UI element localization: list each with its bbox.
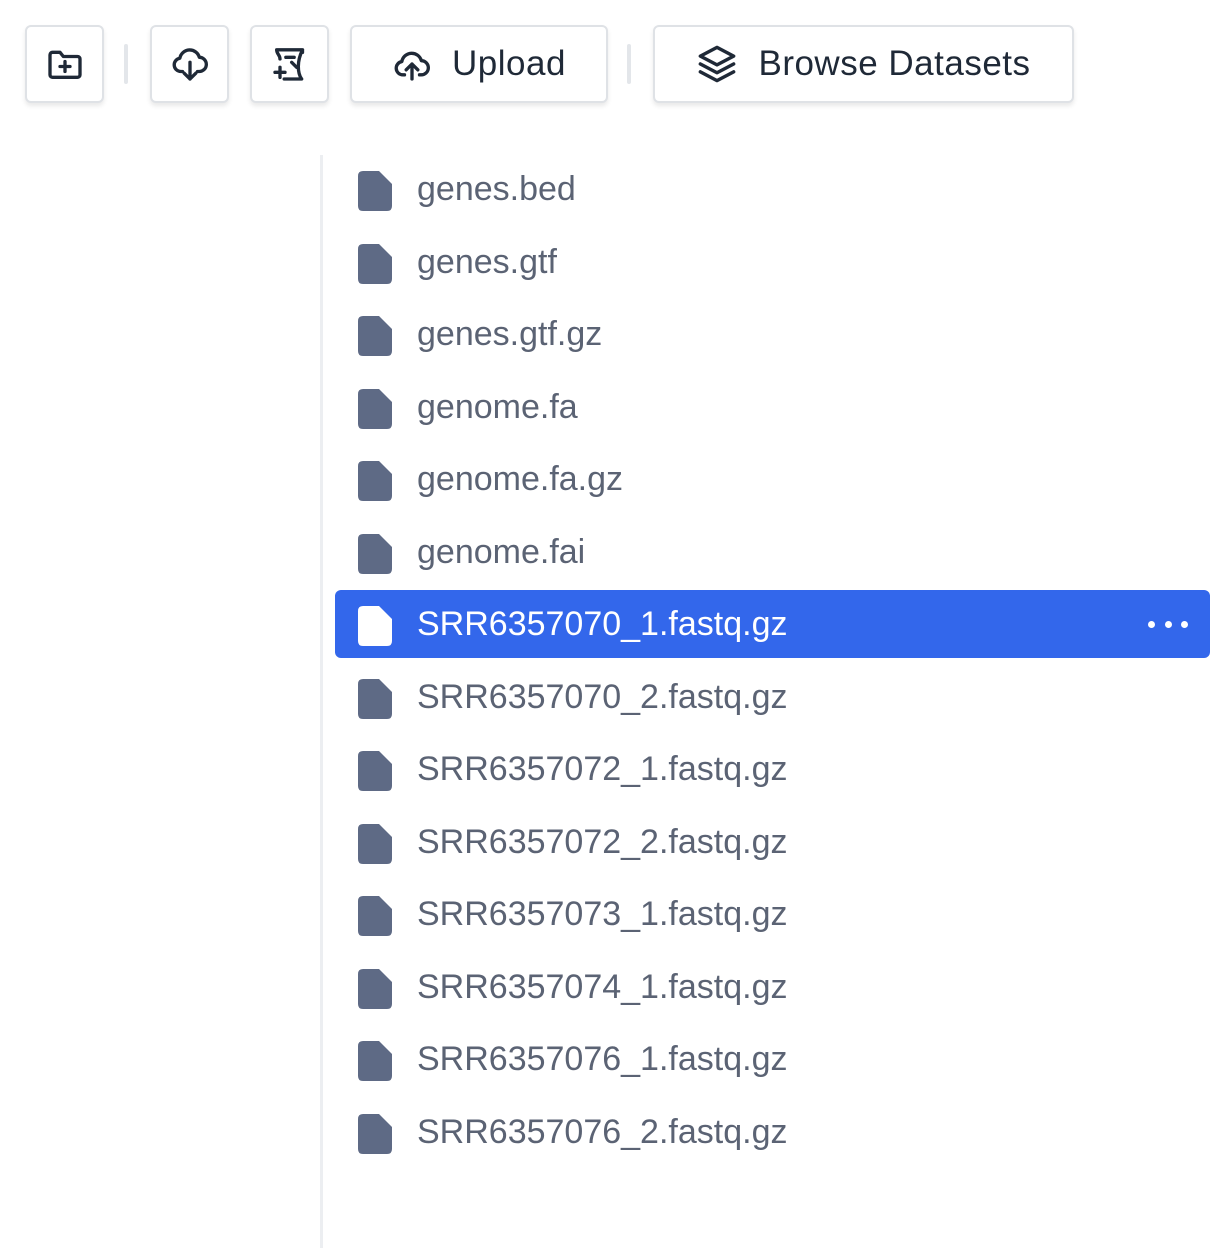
new-folder-button[interactable] bbox=[25, 25, 104, 103]
file-plus-icon bbox=[270, 44, 310, 84]
download-button[interactable] bbox=[150, 25, 229, 103]
file-icon bbox=[358, 533, 392, 574]
file-row[interactable]: genes.bed bbox=[335, 155, 1210, 223]
file-name: SRR6357070_2.fastq.gz bbox=[417, 677, 788, 716]
file-name: SRR6357076_1.fastq.gz bbox=[417, 1040, 788, 1078]
file-icon bbox=[358, 678, 392, 719]
toolbar-divider bbox=[124, 44, 128, 84]
file-name: genome.fa bbox=[417, 387, 578, 426]
file-name: SRR6357070_1.fastq.gz bbox=[417, 605, 788, 643]
file-row[interactable]: genes.gtf bbox=[335, 228, 1210, 296]
file-icon bbox=[358, 823, 392, 864]
new-file-button[interactable] bbox=[250, 25, 329, 103]
browse-datasets-button[interactable]: Browse Datasets bbox=[653, 25, 1074, 103]
cloud-download-icon bbox=[170, 44, 210, 84]
file-name: SRR6357074_1.fastq.gz bbox=[417, 967, 788, 1006]
file-icon bbox=[358, 388, 392, 429]
file-row[interactable]: SRR6357072_1.fastq.gz bbox=[335, 735, 1210, 803]
file-icon bbox=[358, 461, 392, 501]
file-icon bbox=[358, 171, 392, 211]
file-row[interactable]: SRR6357072_2.fastq.gz bbox=[335, 808, 1210, 876]
file-name: genes.gtf bbox=[417, 242, 557, 281]
cloud-upload-icon bbox=[392, 44, 432, 84]
file-row[interactable]: SRR6357073_1.fastq.gz bbox=[335, 880, 1210, 948]
file-name: genome.fai bbox=[417, 532, 586, 571]
file-list: genes.bed genes.gtf genes.gtf.gz genome.fa g… bbox=[335, 155, 1210, 1170]
tree-guide-line bbox=[320, 155, 323, 1248]
file-row[interactable]: SRR6357076_2.fastq.gz bbox=[335, 1098, 1210, 1166]
file-row[interactable]: genome.fa bbox=[335, 373, 1210, 441]
file-icon bbox=[358, 751, 392, 791]
folder-plus-icon bbox=[45, 44, 85, 84]
upload-button[interactable]: Upload bbox=[350, 25, 608, 103]
file-row[interactable]: genes.gtf.gz bbox=[335, 300, 1210, 368]
file-icon bbox=[358, 1113, 392, 1154]
browse-datasets-label: Browse Datasets bbox=[758, 44, 1031, 83]
file-row-selected[interactable]: SRR6357070_1.fastq.gz bbox=[335, 590, 1210, 658]
toolbar-divider bbox=[627, 44, 631, 84]
file-row[interactable]: SRR6357074_1.fastq.gz bbox=[335, 953, 1210, 1021]
file-icon bbox=[358, 606, 392, 646]
file-icon bbox=[358, 896, 392, 936]
file-name: SRR6357072_1.fastq.gz bbox=[417, 750, 788, 788]
layers-icon bbox=[696, 43, 738, 85]
file-name: genes.bed bbox=[417, 170, 576, 208]
file-icon bbox=[358, 243, 392, 284]
toolbar: Upload Browse Datasets bbox=[0, 0, 1226, 130]
more-options-icon[interactable] bbox=[1148, 612, 1188, 636]
file-row[interactable]: genome.fa.gz bbox=[335, 445, 1210, 513]
file-icon bbox=[358, 316, 392, 356]
file-row[interactable]: SRR6357070_2.fastq.gz bbox=[335, 663, 1210, 731]
file-name: genome.fa.gz bbox=[417, 460, 624, 498]
file-name: SRR6357072_2.fastq.gz bbox=[417, 822, 788, 861]
file-row[interactable]: genome.fai bbox=[335, 518, 1210, 586]
file-name: genes.gtf.gz bbox=[417, 315, 603, 353]
file-icon bbox=[358, 1041, 392, 1081]
file-name: SRR6357076_2.fastq.gz bbox=[417, 1112, 788, 1151]
upload-label: Upload bbox=[452, 44, 566, 83]
file-name: SRR6357073_1.fastq.gz bbox=[417, 895, 788, 933]
file-row[interactable]: SRR6357076_1.fastq.gz bbox=[335, 1025, 1210, 1093]
file-icon bbox=[358, 968, 392, 1009]
